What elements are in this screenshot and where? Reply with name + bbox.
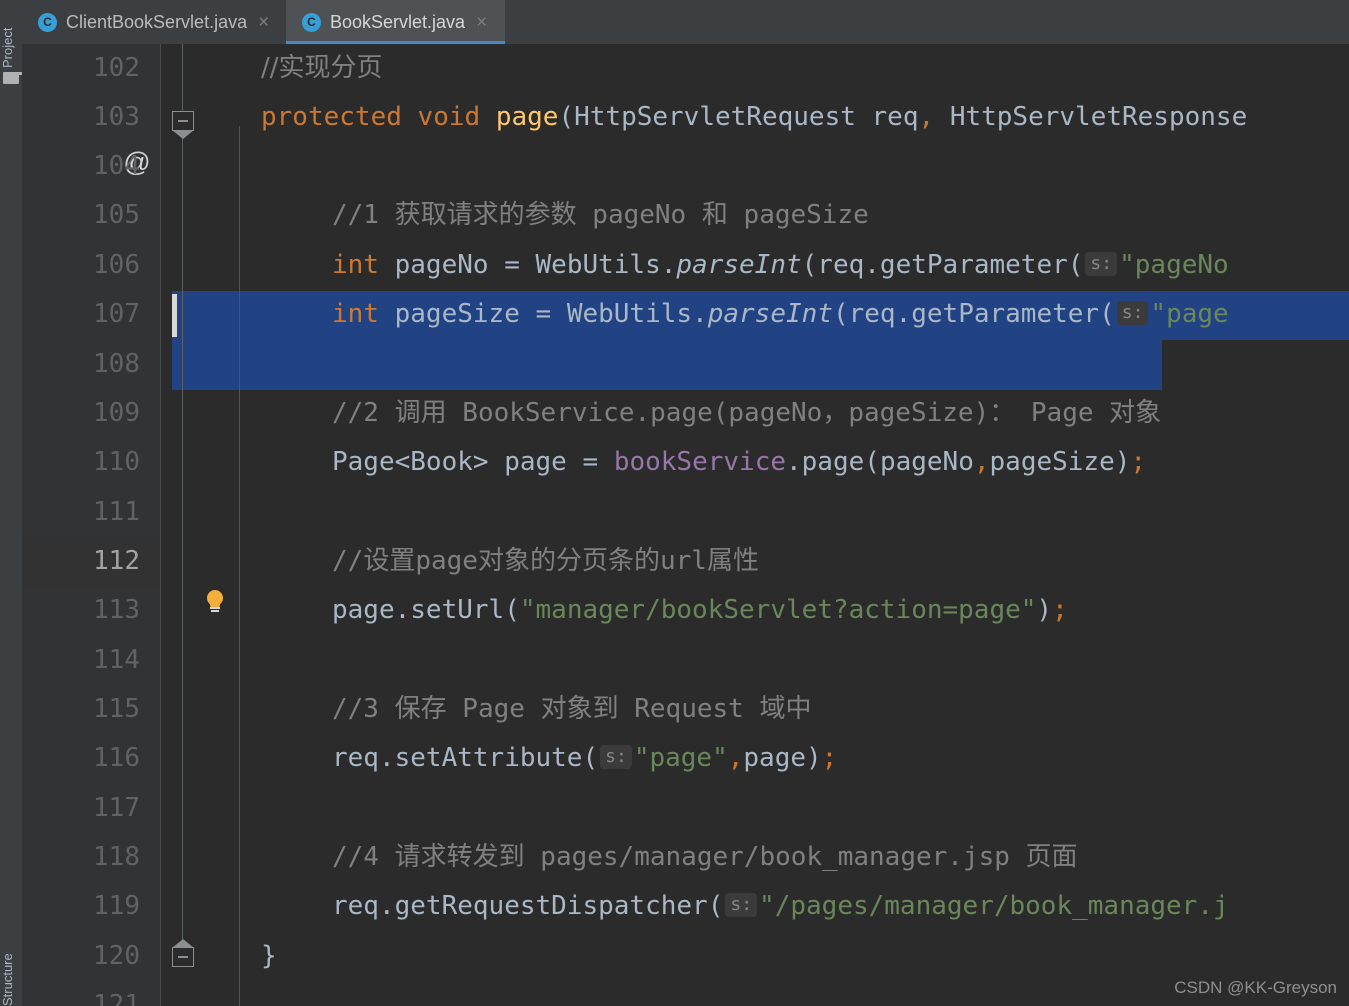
line-number: 105: [93, 200, 140, 230]
editor-line-row: 117: [22, 784, 1349, 834]
parameter-hint: s:: [1085, 252, 1118, 276]
tool-window-button-structure[interactable]: Structure: [0, 953, 22, 1006]
line-number: 119: [93, 891, 140, 921]
line-content: //2 调用 BookService.page(pageNo，pageSize)…: [332, 398, 1162, 428]
editor-line-row: 113 page.setUrl("manager/bookServlet?act…: [22, 586, 1349, 636]
line-number: 109: [93, 398, 140, 428]
editor-line-row: 115 //3 保存 Page 对象到 Request 域中: [22, 685, 1349, 735]
line-number: 120: [93, 941, 140, 971]
editor-line-row: 106 int pageNo = WebUtils.parseInt(req.g…: [22, 241, 1349, 291]
editor-line-row: 118 //4 请求转发到 pages/manager/book_manager…: [22, 833, 1349, 883]
editor-line-row: 107 int pageSize = WebUtils.parseInt(req…: [22, 290, 1349, 340]
line-number: 107: [93, 299, 140, 329]
tool-window-button-project[interactable]: Project: [0, 6, 22, 68]
editor-tab-clientbookservlet[interactable]: ClientBookServlet.java ×: [22, 0, 281, 44]
editor-line-row: 110 Page<Book> page = bookService.page(p…: [22, 438, 1349, 488]
editor-line-row: 114: [22, 636, 1349, 686]
line-content: int pageSize = WebUtils.parseInt(req.get…: [332, 299, 1229, 329]
editor-line-row-current: 112 //设置page对象的分页条的url属性: [22, 537, 1349, 587]
editor-tab-bar: ClientBookServlet.java × BookServlet.jav…: [22, 0, 1349, 44]
editor-tab-bookservlet[interactable]: BookServlet.java ×: [286, 0, 505, 44]
line-number: 113: [93, 595, 140, 625]
code-editor[interactable]: @ 102 //实现分页 103 protected void page(Htt…: [22, 44, 1349, 1006]
editor-tab-label: ClientBookServlet.java: [66, 11, 248, 32]
left-tool-window-bar: Project Structure: [0, 0, 33, 1006]
java-class-icon: [302, 12, 321, 32]
folder-icon: [3, 72, 33, 84]
line-content: }: [261, 941, 277, 971]
line-content: //3 保存 Page 对象到 Request 域中: [332, 694, 812, 724]
idea-editor-window: Project Structure ClientBookServlet.java…: [0, 0, 1349, 1006]
line-number: 118: [93, 842, 140, 872]
line-number: 114: [93, 645, 140, 675]
line-content: //1 获取请求的参数 pageNo 和 pageSize: [332, 200, 869, 230]
close-icon[interactable]: ×: [256, 13, 269, 32]
parameter-hint: s:: [1116, 301, 1149, 325]
editor-line-row: 104: [22, 142, 1349, 192]
line-number: 110: [93, 447, 140, 477]
editor-line-row: 121: [22, 981, 1349, 1006]
line-number: 103: [93, 102, 140, 132]
line-number: 116: [93, 743, 140, 773]
editor-line-row: 102 //实现分页: [22, 44, 1349, 94]
line-content: int pageNo = WebUtils.parseInt(req.getPa…: [332, 250, 1229, 280]
line-content: //4 请求转发到 pages/manager/book_manager.jsp…: [332, 842, 1078, 872]
editor-line-row: 111: [22, 488, 1349, 538]
line-number: 121: [93, 990, 140, 1006]
line-content: req.getRequestDispatcher(s: "/pages/manag…: [332, 891, 1229, 921]
line-number: 108: [93, 349, 140, 379]
line-content: Page<Book> page = bookService.page(pageN…: [332, 447, 1147, 477]
editor-line-row: 108: [22, 340, 1349, 390]
line-content: //实现分页: [261, 53, 383, 83]
close-icon[interactable]: ×: [474, 13, 487, 32]
editor-line-row: 116 req.setAttribute(s: "page",page);: [22, 734, 1349, 784]
parameter-hint: s:: [600, 745, 632, 769]
watermark: CSDN @KK-Greyson: [1174, 978, 1337, 997]
line-number: 115: [93, 694, 140, 724]
line-content: protected void page(HttpServletRequest r…: [261, 102, 1248, 132]
line-content: req.setAttribute(s: "page",page);: [332, 743, 838, 773]
editor-line-row: 105 //1 获取请求的参数 pageNo 和 pageSize: [22, 191, 1349, 241]
line-number: 117: [93, 793, 140, 823]
line-number: 112: [93, 546, 140, 576]
editor-tab-label: BookServlet.java: [330, 11, 466, 32]
parameter-hint: s:: [725, 893, 758, 917]
line-content: page.setUrl("manager/bookServlet?action=…: [332, 595, 1068, 625]
editor-line-row: 119 req.getRequestDispatcher(s: "/pages/m…: [22, 882, 1349, 932]
line-content: //设置page对象的分页条的url属性: [332, 546, 759, 576]
editor-line-row: 103 protected void page(HttpServletReque…: [22, 93, 1349, 143]
line-number: 106: [93, 250, 140, 280]
line-number: 104: [93, 151, 140, 181]
java-class-icon: [38, 12, 57, 32]
line-number: 102: [93, 53, 140, 83]
editor-line-row: 109 //2 调用 BookService.page(pageNo，pageS…: [22, 389, 1349, 439]
editor-line-row: 120 }: [22, 932, 1349, 982]
line-number: 111: [93, 497, 140, 527]
